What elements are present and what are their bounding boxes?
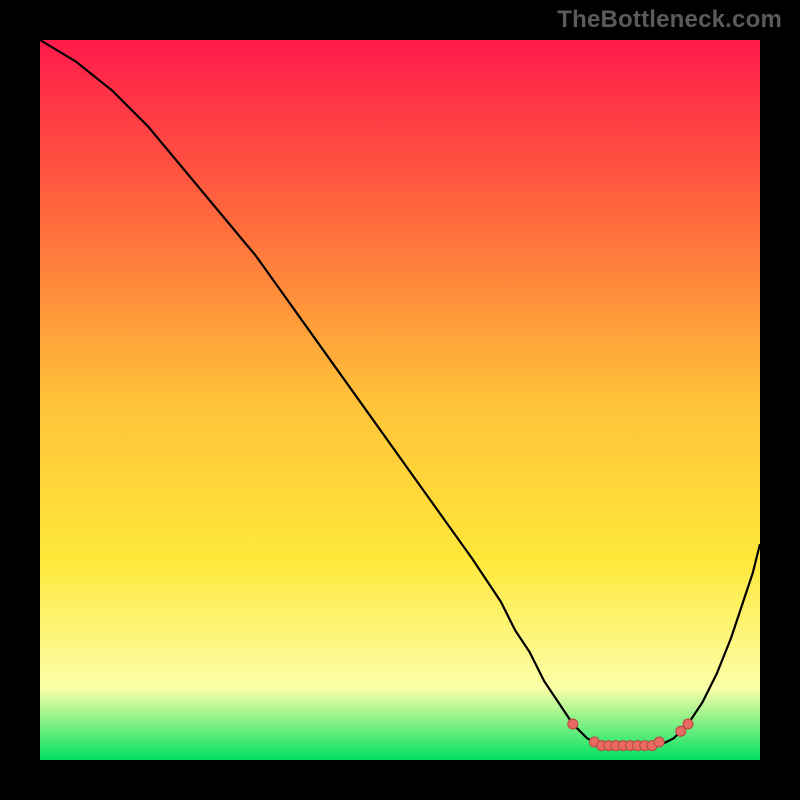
marker-dot (568, 719, 578, 729)
marker-dot (683, 719, 693, 729)
chart-svg (40, 40, 760, 760)
watermark-text: TheBottleneck.com (557, 6, 782, 34)
chart-stage: TheBottleneck.com (0, 0, 800, 800)
chart-plot-area (40, 40, 760, 760)
marker-dot (654, 737, 664, 747)
gradient-background (40, 40, 760, 760)
